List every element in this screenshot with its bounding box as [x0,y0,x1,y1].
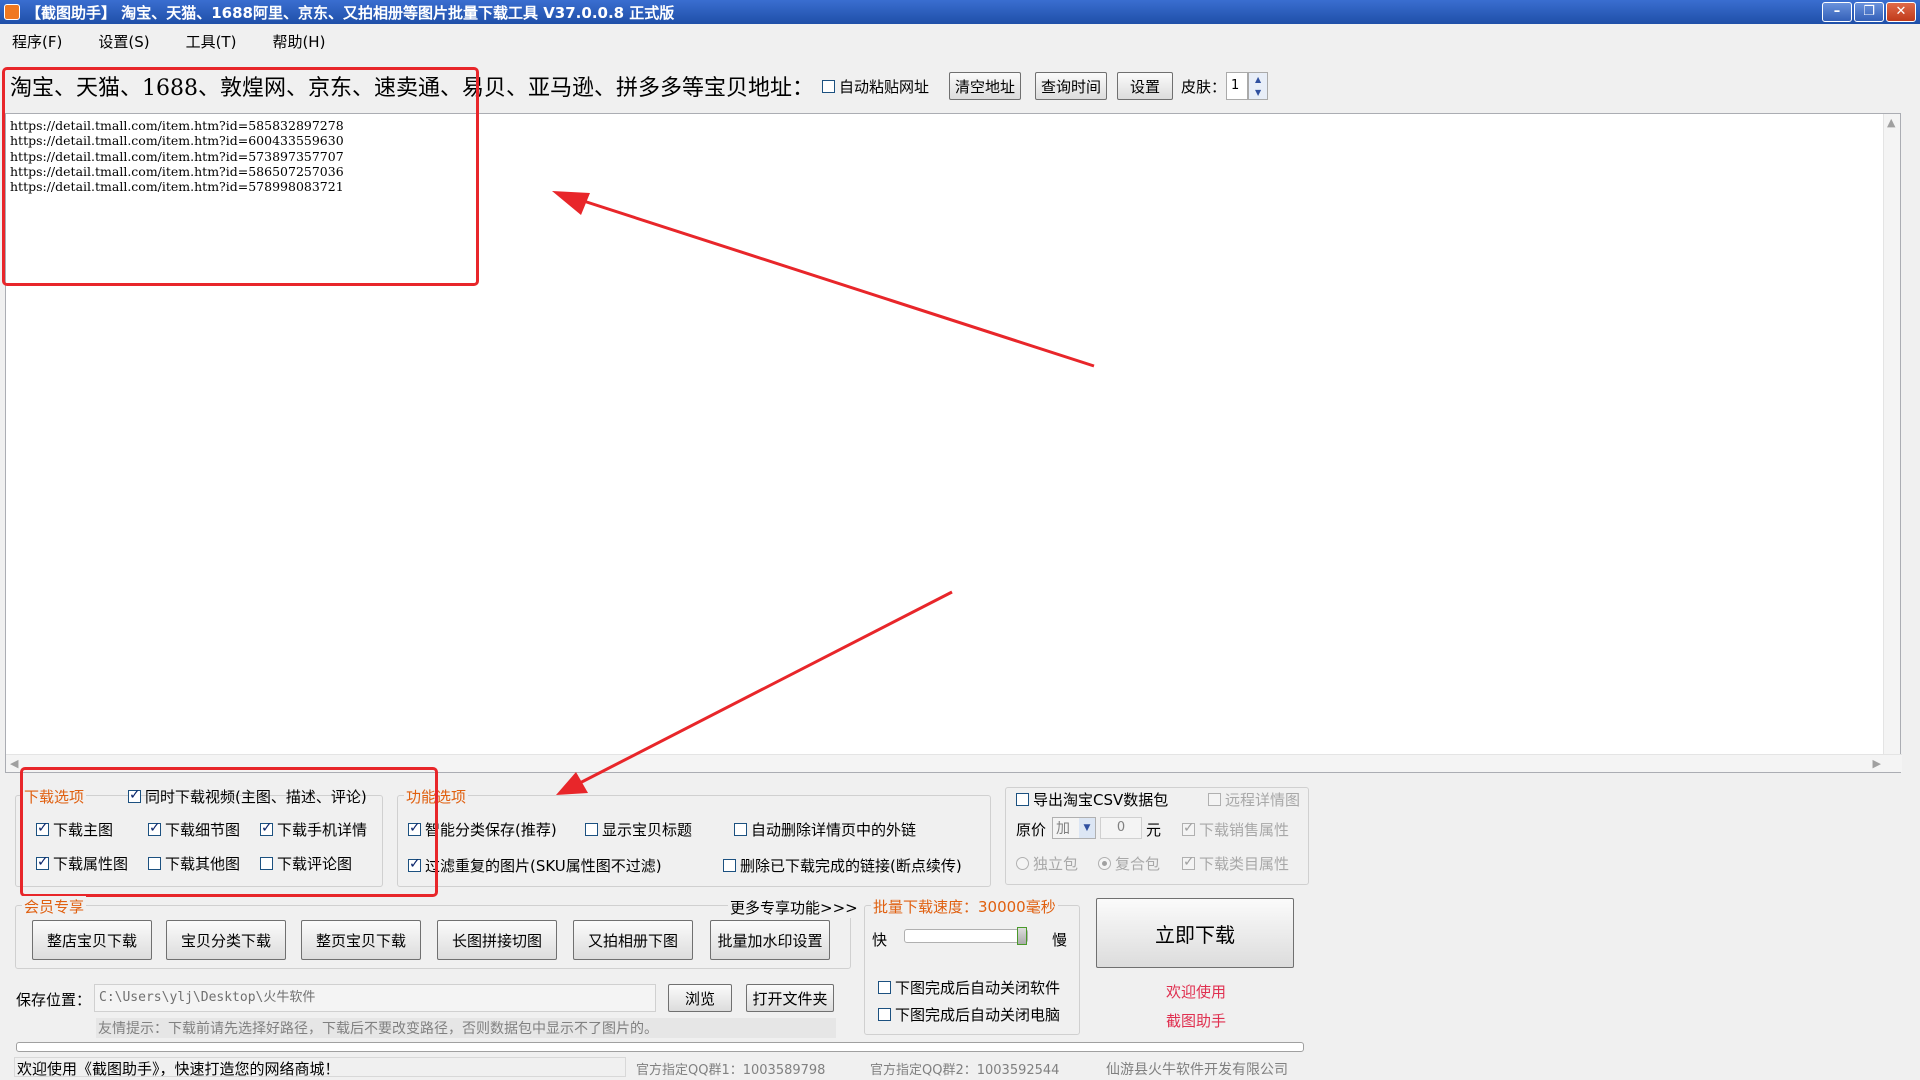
annotation-arrows [552,191,1095,795]
arrow-head-bottom [556,772,588,795]
arrow-line-bottom [571,590,953,789]
arrow-head-top [552,191,590,215]
arrow-line-top [567,194,1095,368]
